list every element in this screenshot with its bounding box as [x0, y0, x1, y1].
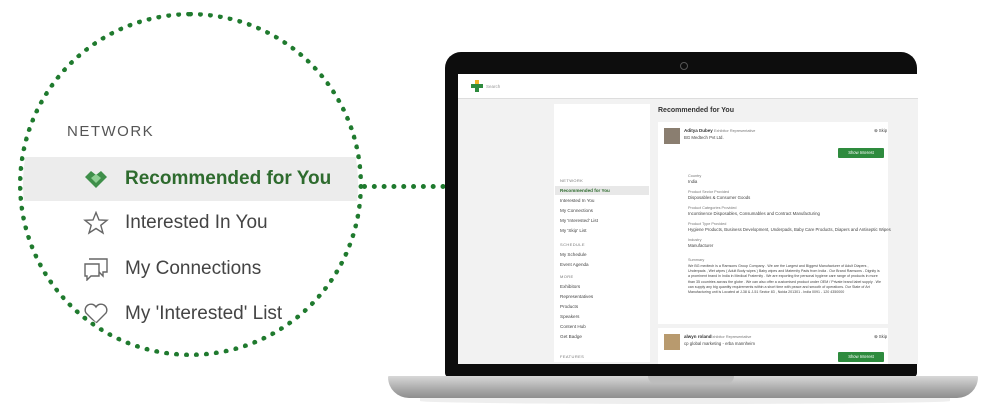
sidebar-item-get-badge[interactable]: Get Badge [560, 334, 582, 339]
field-label: Product Sector Provided [688, 190, 730, 194]
network-section-label: NETWORK [67, 123, 155, 140]
field-label: Country [688, 174, 702, 178]
zoom-item-label: Interested In You [125, 212, 268, 233]
zoom-item-interested-list[interactable]: My 'Interested' List [23, 292, 358, 336]
field-label: Product Categories Provided [688, 206, 737, 210]
summary-text: We BG medtech is a Ramsons Group Company… [688, 264, 881, 295]
show-interest-button[interactable]: Show Interest [838, 148, 884, 158]
skip-label: Skip [878, 334, 888, 339]
card-name: Aditya Dubey [684, 128, 713, 133]
field-label: Industry [688, 238, 702, 242]
skip-button[interactable]: ⊗ Skip [874, 334, 887, 340]
sidebar-item-event-agenda[interactable]: Event Agenda [560, 262, 589, 267]
sidebar-network-label: NETWORK [560, 178, 584, 183]
camera-icon [680, 62, 688, 70]
heart-icon [84, 303, 108, 324]
laptop-screen: Search NETWORK Recommended for You Inter… [458, 74, 918, 364]
card-role: Exhibitor Representative [714, 128, 756, 133]
star-icon [83, 211, 109, 235]
summary-label: Summary [688, 258, 705, 262]
zoom-item-label: My Connections [125, 258, 262, 279]
sidebar-item-content-hub[interactable]: Content Hub [560, 324, 586, 329]
skip-label: Skip [878, 128, 888, 133]
laptop-notch [648, 376, 734, 384]
sidebar-item-my-connections[interactable]: My Connections [560, 208, 593, 213]
sidebar-item-recommended[interactable]: Recommended for You [560, 188, 610, 193]
card-company: cp global marketing - erba mannheim [684, 341, 755, 346]
sidebar-item-products[interactable]: Products [560, 304, 578, 309]
sidebar-item-interested-in-you[interactable]: Interested In You [560, 198, 594, 203]
zoom-callout: NETWORK Recommended for You Interested I… [18, 12, 363, 357]
field-value: Disposables & Consumer Goods [688, 195, 751, 200]
field-value: India [688, 179, 698, 184]
zoom-item-label: Recommended for You [125, 168, 332, 189]
sidebar-item-speakers[interactable]: Speakers [560, 314, 579, 319]
card-role: Exhibitor Representative [710, 334, 752, 339]
card-company: BG Medtech Pvt Ltd. [684, 135, 724, 140]
sidebar-item-exhibitors[interactable]: Exhibitors [560, 284, 580, 289]
field-label: Product Type Provided [688, 222, 727, 226]
zoom-item-recommended[interactable]: Recommended for You [23, 157, 358, 201]
laptop-shadow [420, 398, 950, 404]
sidebar-item-interested-list[interactable]: My 'Interested' List [560, 218, 598, 223]
avatar [664, 334, 680, 350]
sidebar-item-representatives[interactable]: Representatives [560, 294, 593, 299]
avatar [664, 128, 680, 144]
card-name: alwyn roland [684, 334, 712, 339]
search-input[interactable]: Search [484, 82, 622, 92]
sidebar-schedule-label: SCHEDULE [560, 242, 585, 247]
zoom-item-label: My 'Interested' List [125, 303, 283, 324]
sidebar-item-skip-list[interactable]: My 'Skip' List [560, 228, 587, 233]
sidebar-features-label: FEATURES [560, 354, 585, 359]
sidebar-more-label: MORE [560, 274, 574, 279]
field-value: Manufacturer [688, 243, 714, 248]
chat-bubbles-icon [84, 258, 108, 281]
skip-button[interactable]: ⊗ Skip [874, 128, 887, 134]
page-title: Recommended for You [658, 107, 734, 114]
show-interest-button[interactable]: Show Interest [838, 352, 884, 362]
sidebar-item-my-schedule[interactable]: My Schedule [560, 252, 587, 257]
field-value: Incontinence Disposables, Consumables an… [688, 211, 820, 216]
field-value: Hygiene Products, Business Development, … [688, 227, 891, 232]
handshake-icon [85, 171, 107, 188]
brand-logo-icon [471, 80, 483, 92]
zoom-item-interested-in-you[interactable]: Interested In You [23, 201, 358, 245]
zoom-item-my-connections[interactable]: My Connections [23, 247, 358, 291]
